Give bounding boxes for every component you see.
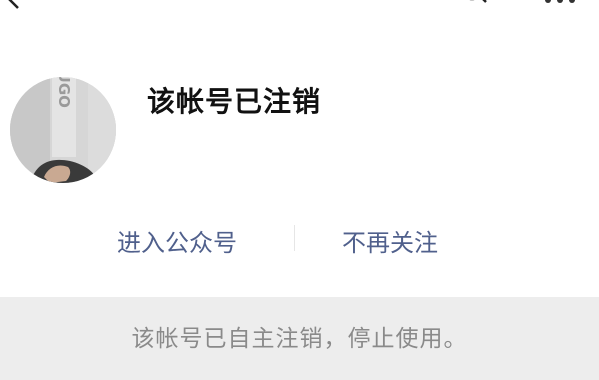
unfollow-button[interactable]: 不再关注 [342, 223, 438, 258]
account-page: HUGO 该帐号已注销 进入公众号 不再关注 该帐号已自主注销，停止使用。 [0, 0, 599, 380]
chevron-left-icon[interactable] [0, 0, 28, 14]
more-dots-icon[interactable] [540, 0, 580, 6]
avatar: HUGO [10, 77, 116, 183]
top-bar [0, 0, 599, 24]
action-divider [294, 225, 295, 251]
account-name: 该帐号已注销 [147, 85, 322, 118]
avatar-logo-text: HUGO [55, 77, 73, 108]
deactivated-notice: 该帐号已自主注销，停止使用。 [0, 297, 599, 380]
search-icon[interactable] [456, 0, 490, 12]
action-row: 进入公众号 不再关注 [0, 215, 599, 261]
notice-text: 该帐号已自主注销，停止使用。 [131, 326, 468, 352]
enter-account-button[interactable]: 进入公众号 [117, 223, 237, 258]
